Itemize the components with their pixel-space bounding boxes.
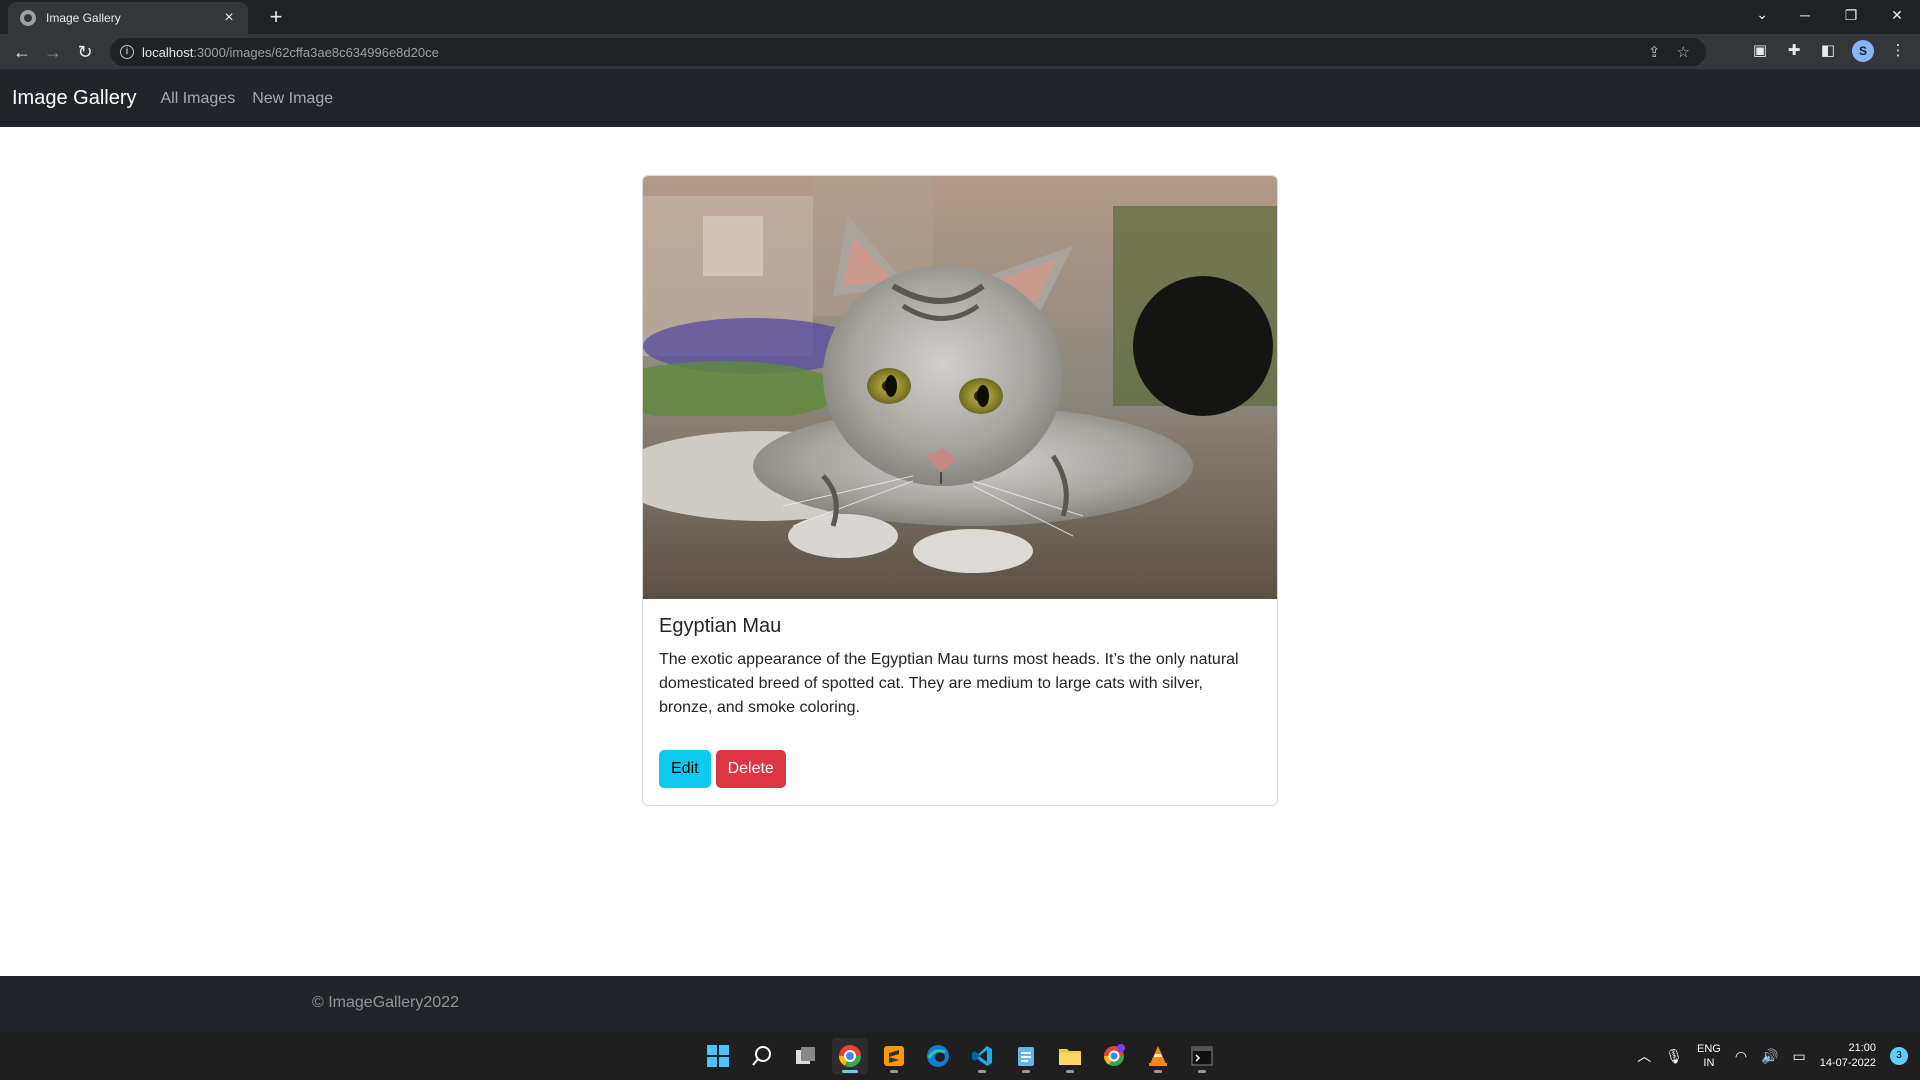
chrome-profile-icon[interactable] [1096,1038,1132,1074]
close-tab-icon[interactable]: × [220,9,238,27]
volume-icon[interactable]: 🔊 [1761,1048,1778,1065]
reading-mode-icon[interactable]: ▣ [1750,41,1770,61]
side-panel-icon[interactable]: ◧ [1818,41,1838,61]
language-indicator[interactable]: ENG IN [1697,1042,1721,1070]
chevron-up-icon[interactable]: ︿ [1637,1046,1651,1066]
window-controls: ─ ❐ ✕ [1782,0,1920,34]
system-tray: ︿ 🎙 ENG IN ◠ 🔊 ▭ 21:00 14-07-2022 3 [1637,1032,1908,1080]
windows-taskbar: ︿ 🎙 ENG IN ◠ 🔊 ▭ 21:00 14-07-2022 3 [0,1032,1920,1080]
share-icon[interactable]: ⇪ [1648,43,1661,61]
file-explorer-icon[interactable] [1052,1038,1088,1074]
new-tab-button[interactable]: + [262,4,290,32]
card-actions: Edit Delete [659,750,1261,788]
url-host: localhost [142,44,194,60]
taskbar-apps [700,1038,1220,1074]
reload-icon[interactable]: ↻ [73,40,97,64]
image-title: Egyptian Mau [659,615,782,637]
forward-icon[interactable]: → [41,40,65,64]
extensions-icon[interactable]: ✚ [1784,41,1804,61]
site-navbar: Image Gallery All Images New Image [0,70,1920,127]
profile-avatar[interactable]: S [1852,40,1874,62]
site-info-icon[interactable]: i [120,45,134,59]
site-footer: © ImageGallery2022 [0,976,1920,1032]
address-bar[interactable]: i localhost:3000/images/62cffa3ae8c63499… [110,38,1706,66]
card-body: Egyptian Mau The exotic appearance of th… [643,599,1277,804]
search-icon[interactable] [744,1038,780,1074]
copyright-text: © ImageGallery2022 [312,994,459,1011]
edge-icon[interactable] [920,1038,956,1074]
image-description: The exotic appearance of the Egyptian Ma… [659,651,1239,716]
more-menu-icon[interactable]: ⋮ [1888,41,1908,61]
url-path: :3000/images/62cffa3ae8c634996e8d20ce [193,44,439,60]
chrome-icon[interactable] [832,1038,868,1074]
minimize-icon[interactable]: ─ [1782,0,1828,30]
microphone-icon[interactable]: 🎙 [1665,1048,1683,1065]
clock-time: 21:00 [1848,1042,1876,1054]
edit-button[interactable]: Edit [659,750,711,788]
clock[interactable]: 21:00 14-07-2022 [1820,1041,1876,1071]
browser-tab-strip: Image Gallery × + ⌄ ─ ❐ ✕ [0,0,1920,34]
wifi-icon[interactable]: ◠ [1735,1048,1747,1065]
restore-icon[interactable]: ❐ [1828,0,1874,30]
battery-icon[interactable]: ▭ [1792,1048,1805,1065]
vscode-icon[interactable] [964,1038,1000,1074]
close-window-icon[interactable]: ✕ [1874,0,1920,30]
back-icon[interactable]: ← [10,40,34,64]
globe-icon [20,10,36,26]
delete-button[interactable]: Delete [715,750,786,788]
nav-link-all-images[interactable]: All Images [161,90,236,108]
bookmark-star-icon[interactable]: ☆ [1677,43,1690,61]
image-card: Egyptian Mau The exotic appearance of th… [642,175,1278,806]
browser-tab[interactable]: Image Gallery × [8,2,248,34]
cat-photo [643,176,1277,599]
notification-badge[interactable]: 3 [1890,1047,1908,1065]
terminal-icon[interactable] [1184,1038,1220,1074]
vlc-icon[interactable] [1140,1038,1176,1074]
tab-title: Image Gallery [46,11,121,25]
task-view-icon[interactable] [788,1038,824,1074]
notepad-icon[interactable] [1008,1038,1044,1074]
nav-link-new-image[interactable]: New Image [252,90,333,108]
sublime-text-icon[interactable] [876,1038,912,1074]
brand-link[interactable]: Image Gallery [12,87,137,110]
clock-date: 14-07-2022 [1819,1057,1876,1069]
start-icon[interactable] [700,1038,736,1074]
region-code: IN [1703,1057,1715,1069]
tab-search-icon[interactable]: ⌄ [1756,6,1768,23]
language-code: ENG [1696,1043,1721,1055]
browser-toolbar: ← → ↻ i localhost:3000/images/62cffa3ae8… [0,34,1920,70]
